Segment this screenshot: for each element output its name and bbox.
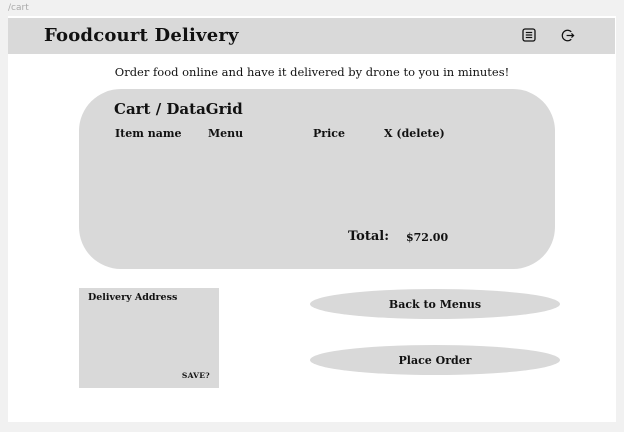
- cart-datagrid: Cart / DataGrid Item name Menu Price X (…: [79, 89, 555, 269]
- app-title: Foodcourt Delivery: [44, 25, 239, 46]
- column-header-delete: X (delete): [384, 127, 445, 140]
- header-bar: Foodcourt Delivery: [8, 18, 615, 54]
- delivery-address-label: Delivery Address: [88, 292, 178, 303]
- back-to-menus-button[interactable]: Back to Menus: [310, 289, 560, 319]
- column-header-item-name: Item name: [115, 127, 182, 140]
- column-header-menu: Menu: [208, 127, 244, 140]
- tagline: Order food online and have it delivered …: [114, 65, 510, 79]
- column-header-price: Price: [313, 127, 345, 140]
- total-label: Total:: [348, 229, 390, 244]
- place-order-button[interactable]: Place Order: [310, 345, 560, 375]
- delivery-address-field[interactable]: Delivery Address SAVE?: [79, 288, 219, 388]
- menu-list-icon[interactable]: [522, 28, 536, 42]
- cart-title: Cart / DataGrid: [114, 100, 243, 118]
- logout-icon[interactable]: [561, 28, 575, 42]
- route-label: /cart: [8, 3, 29, 13]
- app-frame: Foodcourt Delivery Order food online and…: [8, 16, 616, 422]
- total-value: $72.00: [406, 231, 449, 244]
- save-address-button[interactable]: SAVE?: [182, 371, 210, 380]
